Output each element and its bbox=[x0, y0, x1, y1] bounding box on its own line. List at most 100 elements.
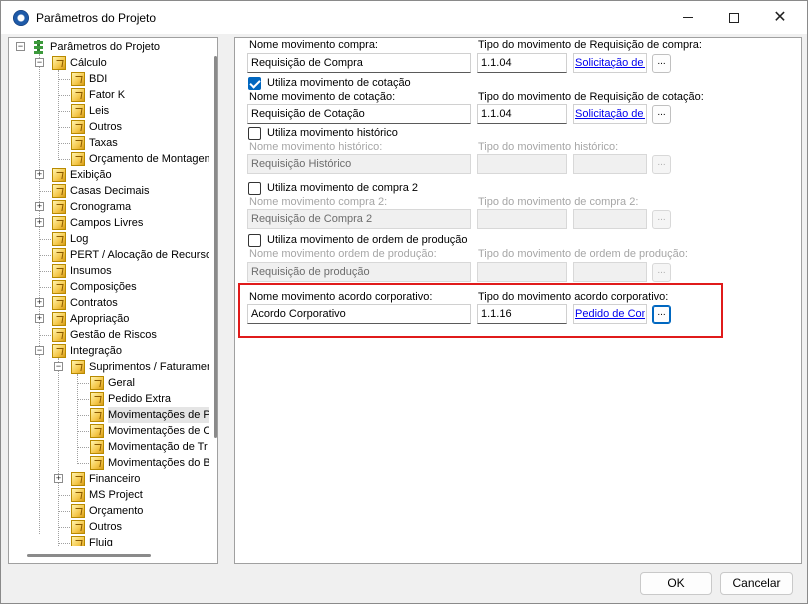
producao-browse-button[interactable]: ... bbox=[652, 263, 671, 282]
cotacao-type-input[interactable]: 1.1.04 bbox=[477, 104, 567, 124]
compra2-browse-button[interactable]: ... bbox=[652, 210, 671, 229]
folder-node-icon bbox=[52, 344, 66, 358]
historico-checkbox[interactable] bbox=[248, 127, 261, 140]
collapse-icon[interactable]: − bbox=[54, 362, 63, 371]
compra2-checkbox[interactable] bbox=[248, 182, 261, 195]
tree-item-pert[interactable]: PERT / Alocação de Recursos bbox=[13, 247, 217, 263]
tree-item-movimentacao-tr[interactable]: Movimentação de Tr bbox=[13, 439, 209, 455]
tree-item-label: Cálculo bbox=[70, 57, 107, 69]
compra-type-input[interactable]: 1.1.04 bbox=[477, 53, 567, 73]
compra2-name-input[interactable]: Requisição de Compra 2 bbox=[247, 209, 471, 229]
compra-name-label: Nome movimento compra: bbox=[249, 39, 378, 51]
close-button[interactable]: ✕ bbox=[757, 1, 803, 34]
expand-icon[interactable]: + bbox=[35, 298, 44, 307]
node-icon bbox=[90, 424, 104, 438]
ok-button[interactable]: OK bbox=[640, 572, 712, 595]
tree-horizontal-scroll-thumb[interactable] bbox=[27, 554, 151, 557]
collapse-icon[interactable]: − bbox=[16, 42, 25, 51]
tree-item-pedido-extra[interactable]: Pedido Extra bbox=[13, 391, 209, 407]
tree-item-exibicao[interactable]: + Exibição bbox=[13, 167, 209, 183]
compra2-type-input[interactable] bbox=[477, 209, 567, 229]
tree-item-fator-k[interactable]: Fator K bbox=[13, 87, 209, 103]
historico-link-box bbox=[573, 154, 647, 174]
tree-item-leis[interactable]: Leis bbox=[13, 103, 209, 119]
tree-item-log[interactable]: Log bbox=[13, 231, 209, 247]
project-tree-icon bbox=[33, 39, 45, 55]
tree-item-casas-decimais[interactable]: Casas Decimais bbox=[13, 183, 209, 199]
tree-item-geral[interactable]: Geral bbox=[13, 375, 209, 391]
cotacao-browse-button[interactable]: ... bbox=[652, 105, 671, 124]
tree-item-fluig[interactable]: Fluig bbox=[13, 535, 209, 546]
historico-type-label: Tipo do movimento histórico: bbox=[478, 141, 619, 153]
tree-item-outros-integracao[interactable]: Outros bbox=[13, 519, 209, 535]
tree-item-label: Cronograma bbox=[70, 201, 132, 213]
collapse-icon[interactable]: − bbox=[35, 346, 44, 355]
historico-name-input[interactable]: Requisição Histórico bbox=[247, 154, 471, 174]
minimize-button[interactable] bbox=[665, 1, 711, 34]
tree-item-ms-project[interactable]: MS Project bbox=[13, 487, 209, 503]
folder-node-icon bbox=[71, 360, 85, 374]
tree-item-movimentacoes-c[interactable]: Movimentações de C bbox=[13, 423, 211, 439]
historico-type-input[interactable] bbox=[477, 154, 567, 174]
producao-type-input[interactable] bbox=[477, 262, 567, 282]
expand-icon[interactable]: + bbox=[35, 218, 44, 227]
cotacao-checkbox[interactable] bbox=[248, 77, 261, 90]
window-title: Parâmetros do Projeto bbox=[36, 11, 157, 25]
tree-item-root[interactable]: − Parâmetros do Projeto bbox=[13, 39, 209, 55]
tree-item-cronograma[interactable]: + Cronograma bbox=[13, 199, 209, 215]
tree-item-label: Pedido Extra bbox=[108, 393, 171, 405]
tree-item-label: Financeiro bbox=[89, 473, 141, 485]
tree-item-taxas[interactable]: Taxas bbox=[13, 135, 209, 151]
maximize-button[interactable] bbox=[711, 1, 757, 34]
folder-node-icon bbox=[52, 200, 66, 214]
tree-item-contratos[interactable]: + Contratos bbox=[13, 295, 209, 311]
node-icon bbox=[90, 440, 104, 454]
cotacao-name-input[interactable]: Requisição de Cotação bbox=[247, 104, 471, 124]
compra-type-link[interactable]: Solicitação de Compra bbox=[575, 57, 645, 69]
tree-item-campos-livres[interactable]: + Campos Livres bbox=[13, 215, 209, 231]
tree-item-composicoes[interactable]: Composições bbox=[13, 279, 209, 295]
expand-icon[interactable]: + bbox=[35, 170, 44, 179]
expand-icon[interactable]: + bbox=[54, 474, 63, 483]
tree-item-orcamento[interactable]: Orçamento bbox=[13, 503, 209, 519]
compra2-name-label: Nome movimento compra 2: bbox=[249, 196, 388, 208]
producao-checkbox[interactable] bbox=[248, 234, 261, 247]
tree-item-gestao-riscos[interactable]: Gestão de Riscos bbox=[13, 327, 209, 343]
cotacao-type-link[interactable]: Solicitação de Compra bbox=[575, 108, 645, 120]
historico-browse-button[interactable]: ... bbox=[652, 155, 671, 174]
cotacao-name-label: Nome movimento de cotação: bbox=[249, 91, 396, 103]
collapse-icon[interactable]: − bbox=[35, 58, 44, 67]
tree-item-apropriacao[interactable]: + Apropriação bbox=[13, 311, 209, 327]
tree-item-outros[interactable]: Outros bbox=[13, 119, 209, 135]
tree-item-calculo[interactable]: − Cálculo bbox=[13, 55, 209, 71]
producao-name-input[interactable]: Requisição de produção bbox=[247, 262, 471, 282]
tree-vertical-scrollbar[interactable] bbox=[209, 38, 217, 546]
node-icon bbox=[90, 408, 104, 422]
tree-item-bdi[interactable]: BDI bbox=[13, 71, 209, 87]
tree-item-financeiro[interactable]: + Financeiro bbox=[13, 471, 209, 487]
folder-node-icon bbox=[52, 296, 66, 310]
expand-icon[interactable]: + bbox=[35, 314, 44, 323]
tree-item-label: Geral bbox=[108, 377, 135, 389]
producao-link-box bbox=[573, 262, 647, 282]
compra-browse-button[interactable]: ... bbox=[652, 54, 671, 73]
tree-vertical-scroll-thumb[interactable] bbox=[214, 56, 217, 438]
tree-item-label: Casas Decimais bbox=[70, 185, 150, 197]
cotacao-link-box: Solicitação de Compra bbox=[573, 104, 647, 124]
cancel-button[interactable]: Cancelar bbox=[720, 572, 793, 595]
tree-item-label: Fator K bbox=[89, 89, 126, 101]
tree-item-suprimentos[interactable]: − Suprimentos / Faturamento bbox=[13, 359, 217, 375]
tree-horizontal-scrollbar[interactable] bbox=[9, 546, 217, 563]
compra-name-input[interactable]: Requisição de Compra bbox=[247, 53, 471, 73]
tree-item-label: Orçamento de Montagem bbox=[89, 153, 214, 165]
tree-item-insumos[interactable]: Insumos bbox=[13, 263, 209, 279]
settings-tree[interactable]: − Parâmetros do Projeto − Cálculo BDI Fa… bbox=[8, 37, 218, 564]
maximize-icon bbox=[729, 12, 739, 23]
tree-item-orcamento-montagem[interactable]: Orçamento de Montagem bbox=[13, 151, 214, 167]
expand-icon[interactable]: + bbox=[35, 202, 44, 211]
tree-item-movimentacoes-p[interactable]: Movimentações de P bbox=[13, 407, 217, 423]
producao-name-label: Nome movimento ordem de produção: bbox=[249, 248, 437, 260]
node-icon bbox=[90, 376, 104, 390]
tree-item-integracao[interactable]: − Integração bbox=[13, 343, 209, 359]
tree-item-movimentacoes-b[interactable]: Movimentações do B bbox=[13, 455, 211, 471]
